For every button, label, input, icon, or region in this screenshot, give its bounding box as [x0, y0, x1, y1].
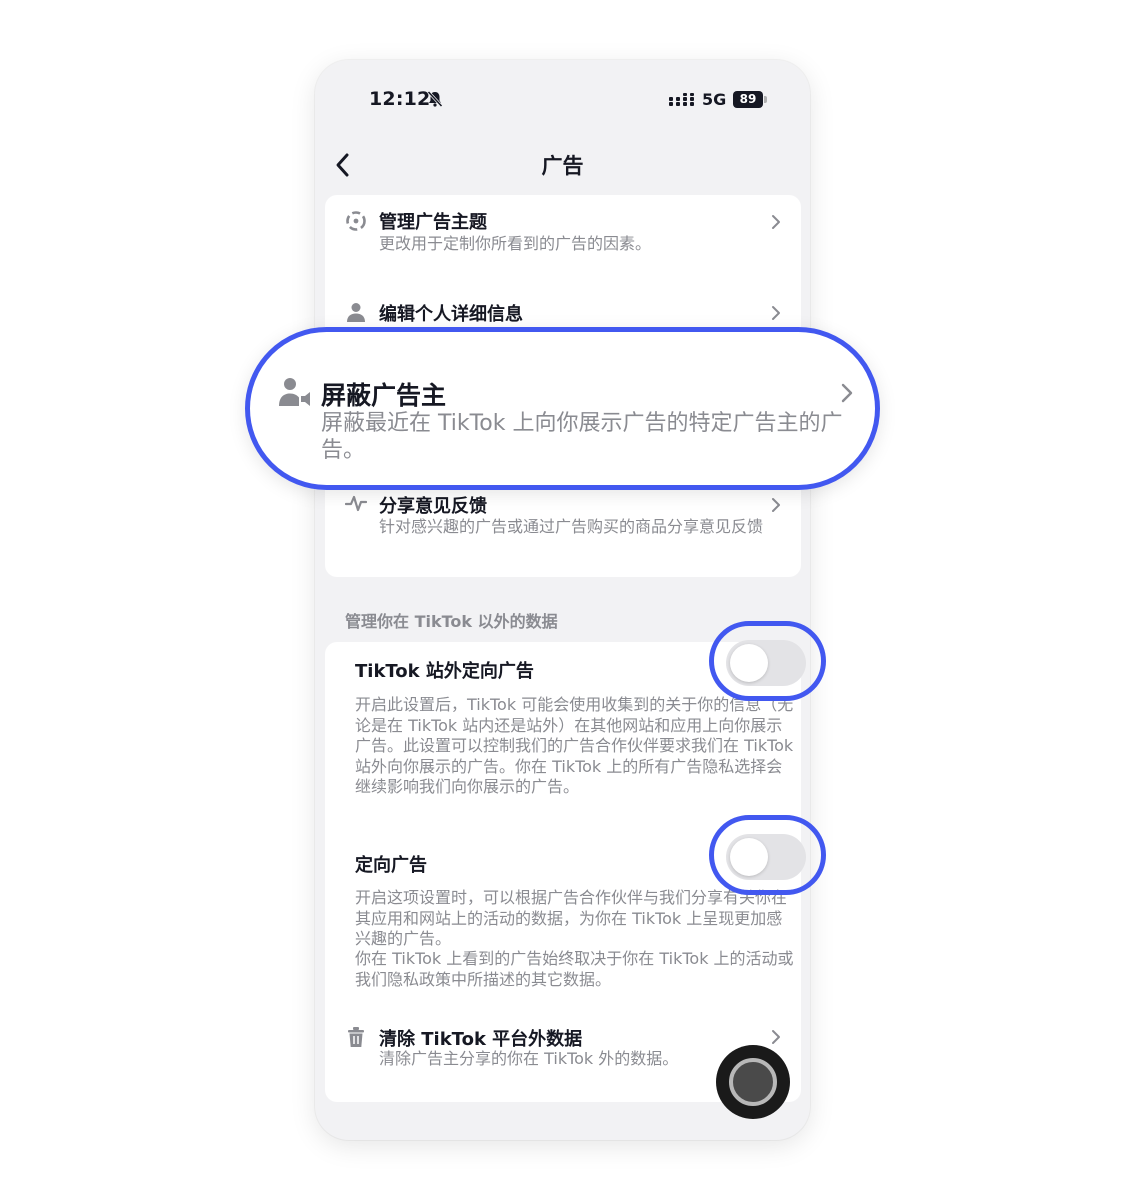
toggle-description-offsite-ads: 开启此设置后，TikTok 可能会使用收集到的关于你的信息（无论是在 TikTo… — [355, 695, 794, 796]
offsite-ads-toggle[interactable] — [726, 640, 806, 686]
block-advertisers-callout[interactable]: 屏蔽广告主 屏蔽最近在 TikTok 上向你展示广告的特定广告主的广告。 — [245, 327, 880, 490]
person-icon — [347, 303, 365, 322]
chevron-right-icon — [772, 498, 780, 512]
chevron-right-icon — [772, 306, 780, 320]
section-header: 管理你在 TikTok 以外的数据 — [345, 612, 558, 631]
menu-item-title: 清除 TikTok 平台外数据 — [379, 1029, 583, 1050]
menu-item-description: 针对感兴趣的广告或通过广告购买的商品分享意见反馈 — [379, 517, 764, 536]
block-advertiser-icon — [279, 378, 310, 406]
menu-item-title: 管理广告主题 — [379, 212, 487, 233]
network-label: 5G — [702, 90, 727, 109]
battery-indicator: 89 — [733, 91, 767, 108]
toggle-knob — [730, 838, 768, 876]
chevron-right-icon — [841, 383, 853, 403]
toggle-knob — [730, 644, 768, 682]
menu-item-title: 分享意见反馈 — [379, 496, 487, 517]
menu-item-title: 编辑个人详细信息 — [379, 304, 523, 325]
chevron-right-icon — [772, 1030, 780, 1044]
pulse-icon — [345, 495, 367, 512]
topics-icon — [346, 211, 366, 231]
status-time: 12:12 — [369, 88, 431, 110]
toggle-title-offsite-ads: TikTok 站外定向广告 — [355, 661, 534, 682]
page-title: 广告 — [541, 154, 584, 178]
toggle-title-targeted-ads: 定向广告 — [355, 855, 427, 876]
trash-icon — [348, 1027, 364, 1047]
callout-title: 屏蔽广告主 — [321, 381, 447, 410]
battery-tip — [764, 96, 767, 103]
phone-screen: 12:12 5G 89 广告 管理广告主题 更改用于定制你所看到的广告的因素。 … — [315, 60, 810, 1140]
targeted-ads-toggle[interactable] — [726, 834, 806, 880]
toggle-description-targeted-ads: 开启这项设置时，可以根据广告合作伙伴与我们分享有关你在其应用和网站上的活动的数据… — [355, 888, 788, 948]
signal-icon — [669, 93, 694, 106]
assistive-touch-inner — [729, 1058, 777, 1106]
battery-level: 89 — [733, 91, 763, 108]
callout-description: 屏蔽最近在 TikTok 上向你展示广告的特定广告主的广告。 — [321, 411, 843, 463]
assistive-touch-button[interactable] — [716, 1045, 790, 1119]
bell-muted-icon — [427, 90, 443, 108]
menu-item-description: 更改用于定制你所看到的广告的因素。 — [379, 234, 652, 253]
toggle-description-targeted-ads-note: 你在 TikTok 上看到的广告始终取决于你在 TikTok 上的活动或我们隐私… — [355, 949, 794, 989]
chevron-right-icon — [772, 215, 780, 229]
